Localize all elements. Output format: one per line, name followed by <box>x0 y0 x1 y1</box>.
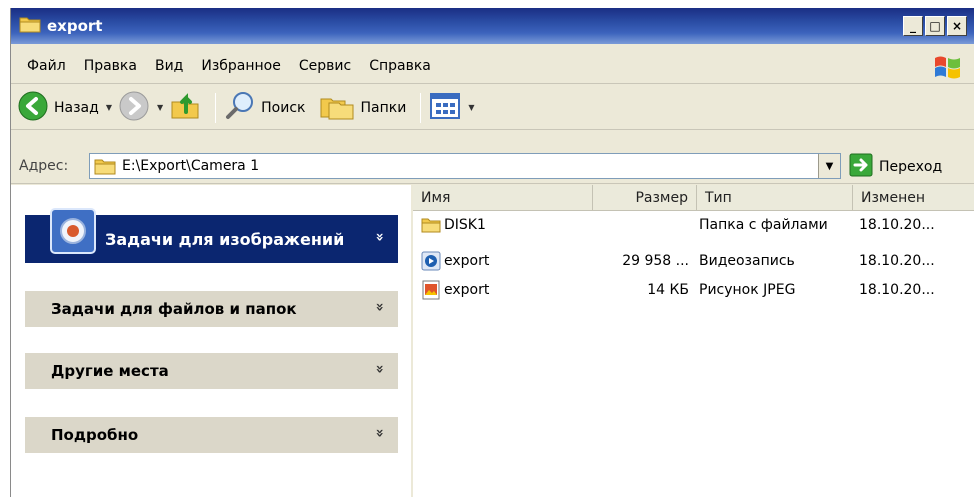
column-header-type[interactable]: Тип <box>697 185 853 211</box>
maximize-button[interactable]: □ <box>925 16 945 36</box>
back-dropdown-icon[interactable]: ▼ <box>106 103 112 112</box>
menu-favorites[interactable]: Избранное <box>192 58 290 74</box>
file-type: Видеозапись <box>699 253 795 269</box>
collapse-chevron-icon[interactable]: » <box>371 232 387 241</box>
up-folder-icon <box>169 90 201 126</box>
forward-arrow-icon <box>118 90 150 126</box>
toolbar-separator <box>420 92 422 123</box>
toolbar: Назад ▼ ▼ Поиск Папки ▼ <box>11 86 974 130</box>
file-size: 29 958 ... <box>622 253 689 269</box>
back-arrow-icon <box>17 90 49 126</box>
file-name: export <box>444 253 490 269</box>
expand-chevron-icon[interactable]: » <box>371 428 387 437</box>
file-type: Рисунок JPEG <box>699 282 796 298</box>
back-label: Назад <box>54 99 99 116</box>
search-label: Поиск <box>261 99 306 116</box>
menu-help[interactable]: Справка <box>360 58 440 74</box>
task-group-image-tasks[interactable]: Задачи для изображений » <box>25 208 398 263</box>
folders-button[interactable]: Папки <box>319 91 406 125</box>
file-modified: 18.10.20... <box>859 217 935 233</box>
task-group-label: Подробно <box>51 426 139 444</box>
expand-chevron-icon[interactable]: » <box>371 302 387 311</box>
menu-bar: Файл Правка Вид Избранное Сервис Справка <box>11 48 974 84</box>
toolbar-separator <box>215 92 217 123</box>
file-name: DISK1 <box>444 217 486 233</box>
task-group-label: Задачи для изображений <box>105 229 345 249</box>
expand-chevron-icon[interactable]: » <box>371 364 387 373</box>
file-name: export <box>444 282 490 298</box>
file-size: 14 КБ <box>647 282 689 298</box>
file-name-cell: export <box>421 250 601 272</box>
views-dropdown-icon[interactable]: ▼ <box>468 103 474 112</box>
video-file-icon <box>421 251 441 271</box>
go-button[interactable]: Переход <box>849 153 942 181</box>
file-row[interactable]: export 14 КБ Рисунок JPEG 18.10.20... <box>413 279 974 301</box>
menu-edit[interactable]: Правка <box>75 58 146 74</box>
forward-button[interactable]: ▼ <box>118 90 163 126</box>
forward-dropdown-icon[interactable]: ▼ <box>157 103 163 112</box>
folder-icon <box>19 15 41 37</box>
jpeg-file-icon <box>421 280 441 300</box>
file-row[interactable]: export 29 958 ... Видеозапись 18.10.20..… <box>413 250 974 272</box>
folder-icon <box>421 217 441 233</box>
minimize-button[interactable]: _ <box>903 16 923 36</box>
picture-tasks-icon <box>49 207 97 255</box>
menu-file[interactable]: Файл <box>11 58 75 74</box>
file-type: Папка с файлами <box>699 217 828 233</box>
file-modified: 18.10.20... <box>859 282 935 298</box>
window-title: export <box>47 17 103 35</box>
up-folder-button[interactable] <box>169 90 201 126</box>
address-input[interactable]: E:\Export\Camera 1 ▼ <box>89 153 841 179</box>
folders-label: Папки <box>360 99 407 116</box>
window-controls: _ □ × <box>903 16 967 36</box>
windows-logo-icon <box>933 53 963 80</box>
task-group-label: Другие места <box>51 362 169 380</box>
task-group-label: Задачи для файлов и папок <box>51 300 297 318</box>
close-button[interactable]: × <box>947 16 967 36</box>
file-modified: 18.10.20... <box>859 253 935 269</box>
address-bar: Адрес: E:\Export\Camera 1 ▼ Переход <box>11 148 974 184</box>
search-icon <box>224 90 256 126</box>
file-size <box>595 214 689 236</box>
file-name-cell: DISK1 <box>421 214 601 236</box>
menu-view[interactable]: Вид <box>146 58 192 74</box>
task-pane: Задачи для изображений » Задачи для файл… <box>11 185 411 497</box>
back-button[interactable]: Назад ▼ <box>17 90 112 126</box>
explorer-window: export _ □ × Файл Правка Вид Избранное С… <box>10 8 974 497</box>
title-bar[interactable]: export _ □ × <box>11 8 974 44</box>
address-path: E:\Export\Camera 1 <box>122 158 260 174</box>
task-group-details[interactable]: Подробно » <box>25 417 398 453</box>
views-button[interactable]: ▼ <box>429 92 474 124</box>
go-label: Переход <box>879 159 943 175</box>
task-group-file-folder-tasks[interactable]: Задачи для файлов и папок » <box>25 291 398 327</box>
address-dropdown-button[interactable]: ▼ <box>818 154 840 178</box>
column-header-modified[interactable]: Изменен <box>853 185 974 211</box>
column-header-name[interactable]: Имя <box>413 185 593 211</box>
address-label: Адрес: <box>19 157 69 174</box>
file-name-cell: export <box>421 279 601 301</box>
folder-icon <box>94 157 116 175</box>
folders-icon <box>319 91 355 125</box>
column-header-size[interactable]: Размер <box>593 185 697 211</box>
go-arrow-icon <box>849 153 873 181</box>
file-list: Имя Размер Тип Изменен DISK1 Папка с фай… <box>413 185 974 497</box>
menu-tools[interactable]: Сервис <box>290 58 360 74</box>
views-icon <box>429 92 461 124</box>
task-group-other-places[interactable]: Другие места » <box>25 353 398 389</box>
search-button[interactable]: Поиск <box>224 90 305 126</box>
file-row[interactable]: DISK1 Папка с файлами 18.10.20... <box>413 214 974 236</box>
